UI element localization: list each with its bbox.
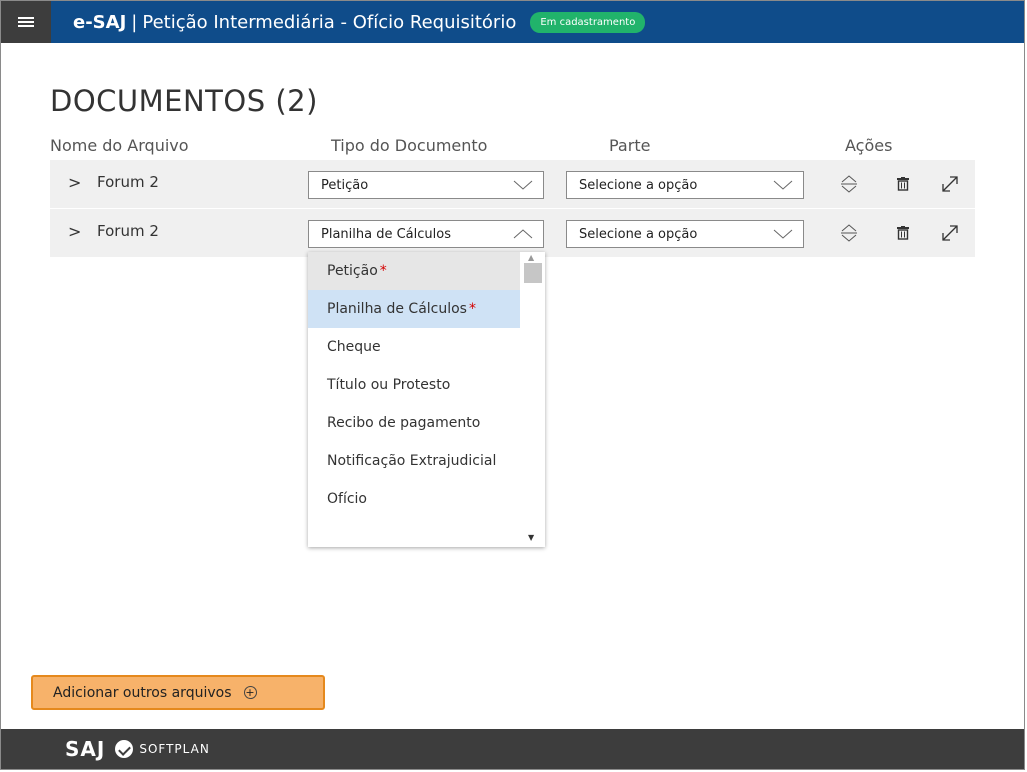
file-name: Forum 2 [97, 222, 159, 240]
dropdown-option[interactable]: Petição * [308, 252, 520, 290]
column-header-party: Parte [609, 136, 651, 155]
chevron-down-icon [773, 180, 793, 190]
option-label: Cheque [327, 339, 381, 355]
dropdown-option[interactable]: Ofício [308, 480, 520, 518]
dropdown-option[interactable]: Recibo de pagamento [308, 404, 520, 442]
table-row: > Forum 2 Planilha de Cálculos Selecione… [50, 209, 975, 257]
scroll-thumb[interactable] [524, 263, 542, 283]
option-label: Planilha de Cálculos [327, 301, 467, 317]
add-files-button[interactable]: Adicionar outros arquivos + [31, 675, 325, 710]
dropdown-option-selected[interactable]: Planilha de Cálculos * [308, 290, 520, 328]
option-label: Ofício [327, 491, 367, 507]
column-header-doc-type: Tipo do Documento [331, 136, 488, 155]
reorder-icon[interactable] [838, 222, 860, 244]
trash-icon[interactable] [892, 173, 914, 195]
column-header-file-name: Nome do Arquivo [50, 136, 189, 155]
app-title: e-SAJ | Petição Intermediária - Ofício Req… [73, 12, 516, 33]
chevron-down-icon [773, 229, 793, 239]
chevron-right-icon[interactable]: > [68, 173, 81, 192]
doc-type-dropdown: Petição * Planilha de Cálculos * Cheque Tí… [308, 252, 545, 547]
expand-icon[interactable] [939, 173, 961, 195]
softplan-label: SOFTPLAN [139, 742, 210, 756]
add-files-label: Adicionar outros arquivos [53, 684, 232, 701]
party-select[interactable]: Selecione a opção [566, 220, 804, 248]
option-label: Recibo de pagamento [327, 415, 481, 431]
doc-type-value: Petição [321, 177, 369, 193]
column-header-actions: Ações [845, 136, 893, 155]
doc-type-select[interactable]: Petição [308, 171, 544, 199]
title-separator: | [131, 11, 138, 33]
file-name: Forum 2 [97, 173, 159, 191]
dropdown-option[interactable]: Cheque [308, 328, 520, 366]
doc-type-select[interactable]: Planilha de Cálculos [308, 220, 544, 248]
softplan-logo: SOFTPLAN [115, 740, 209, 758]
trash-icon[interactable] [892, 222, 914, 244]
option-label: Notificação Extrajudicial [327, 453, 497, 469]
app-header: e-SAJ | Petição Intermediária - Ofício Req… [1, 1, 1024, 43]
page-title: Petição Intermediária - Ofício Requisitó… [142, 11, 517, 33]
party-value: Selecione a opção [579, 226, 698, 242]
option-label: Título ou Protesto [327, 377, 451, 393]
hamburger-icon [18, 17, 34, 27]
status-badge: Em cadastramento [530, 11, 646, 33]
dropdown-list: Petição * Planilha de Cálculos * Cheque Tí… [308, 252, 520, 518]
expand-icon[interactable] [939, 222, 961, 244]
doc-type-value: Planilha de Cálculos [321, 226, 451, 242]
option-label: Petição [327, 263, 378, 279]
party-value: Selecione a opção [579, 177, 698, 193]
scroll-down-arrow-icon[interactable]: ▼ [528, 533, 534, 542]
chevron-up-icon [513, 229, 533, 239]
table-row: > Forum 2 Petição Selecione a opção [50, 160, 975, 208]
brand-name: e-SAJ [73, 11, 127, 33]
documents-heading: DOCUMENTOS (2) [50, 84, 318, 118]
required-marker: * [468, 301, 476, 317]
reorder-icon[interactable] [838, 173, 860, 195]
chevron-right-icon[interactable]: > [68, 222, 81, 241]
dropdown-scrollbar[interactable] [520, 252, 545, 547]
softplan-logo-icon [115, 740, 134, 758]
chevron-down-icon [513, 180, 533, 190]
app-footer: SAJ SOFTPLAN [1, 729, 1024, 769]
plus-circle-icon: + [243, 686, 257, 699]
required-marker: * [379, 263, 387, 279]
scroll-up-arrow-icon[interactable]: ▲ [528, 253, 534, 262]
saj-logo: SAJ [65, 737, 106, 761]
dropdown-option[interactable]: Notificação Extrajudicial [308, 442, 520, 480]
dropdown-option[interactable]: Título ou Protesto [308, 366, 520, 404]
menu-button[interactable] [1, 1, 51, 43]
party-select[interactable]: Selecione a opção [566, 171, 804, 199]
